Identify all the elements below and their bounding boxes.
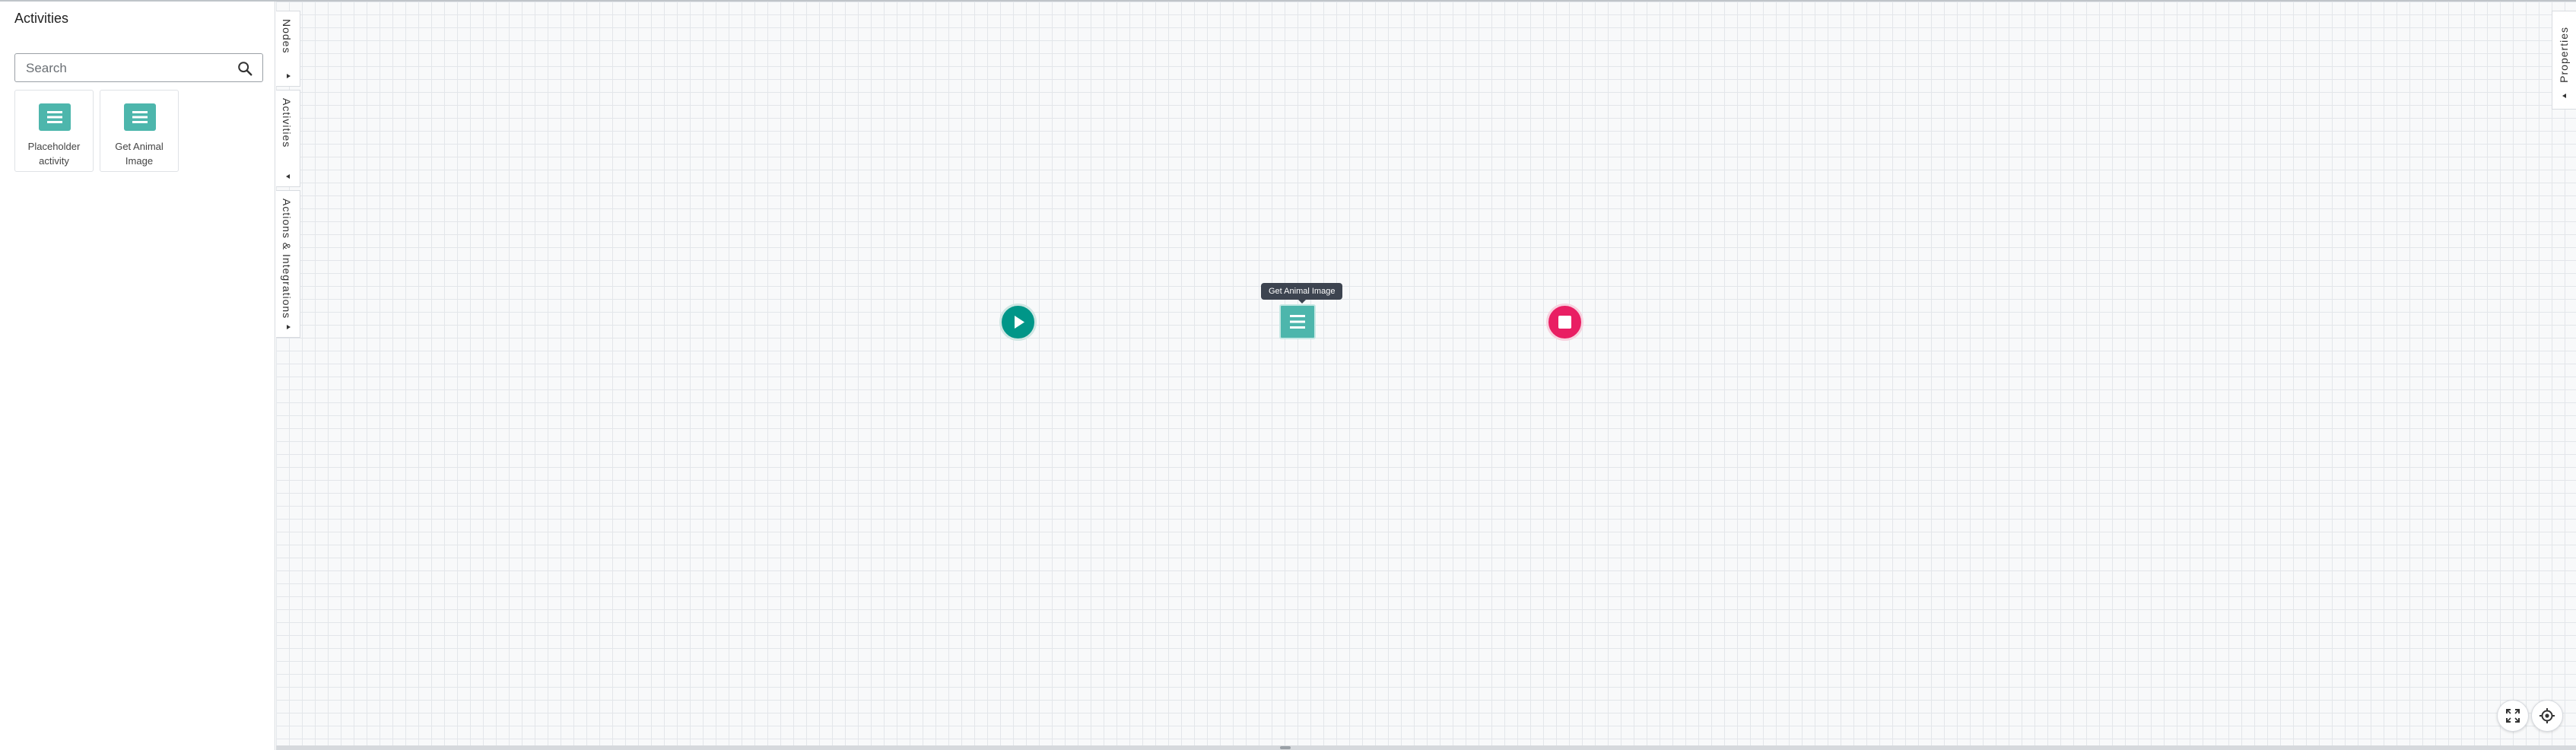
- fit-view-button[interactable]: [2497, 700, 2529, 732]
- list-icon: [39, 103, 71, 131]
- stop-icon: [1558, 316, 1571, 329]
- caret-left-icon: [2562, 94, 2566, 98]
- end-node[interactable]: [1546, 303, 1583, 341]
- crosshair-icon: [2539, 708, 2555, 723]
- tab-nodes-label: Nodes: [281, 19, 293, 54]
- caret-left-icon: [286, 174, 290, 179]
- panel-title: Activities: [14, 11, 69, 26]
- search-icon[interactable]: [237, 60, 253, 77]
- tab-properties-label: Properties: [2558, 27, 2570, 83]
- activity-card-label: Placeholder activity: [27, 141, 81, 167]
- activity-node-get-animal-image[interactable]: [1279, 304, 1316, 339]
- workflow-canvas[interactable]: [276, 2, 2576, 745]
- tab-activities-label: Activities: [281, 98, 293, 148]
- fullscreen-icon: [2506, 709, 2520, 723]
- caret-right-icon: [287, 74, 291, 78]
- horizontal-scrollbar[interactable]: [276, 745, 2576, 750]
- activity-card-get-animal-image[interactable]: Get Animal Image: [100, 90, 179, 172]
- search-field[interactable]: [14, 53, 263, 83]
- tab-actions-integrations[interactable]: Actions & Integrations: [276, 190, 300, 338]
- activities-panel: Activities Placeholder activity Get Anim…: [0, 2, 275, 750]
- tab-nodes[interactable]: Nodes: [276, 11, 300, 87]
- list-icon: [124, 103, 156, 131]
- start-node[interactable]: [999, 303, 1037, 341]
- play-icon: [1015, 316, 1024, 329]
- activity-card-label: Get Animal Image: [115, 141, 164, 167]
- tab-activities[interactable]: Activities: [276, 90, 300, 187]
- list-icon: [1290, 315, 1305, 329]
- center-view-button[interactable]: [2531, 700, 2563, 732]
- tab-actions-label: Actions & Integrations: [281, 199, 293, 319]
- scrollbar-handle[interactable]: [1280, 746, 1291, 749]
- caret-right-icon: [287, 325, 291, 329]
- search-input[interactable]: [24, 54, 233, 83]
- node-tooltip: Get Animal Image: [1261, 283, 1343, 303]
- tab-properties[interactable]: Properties: [2552, 11, 2576, 110]
- activity-card-placeholder[interactable]: Placeholder activity: [14, 90, 94, 172]
